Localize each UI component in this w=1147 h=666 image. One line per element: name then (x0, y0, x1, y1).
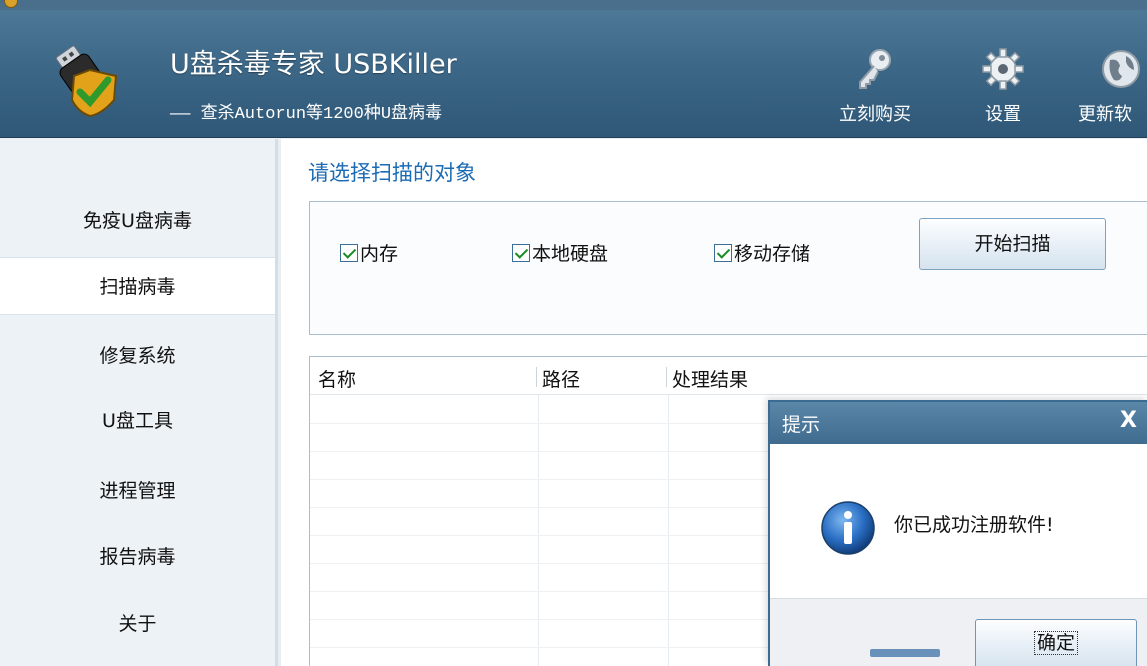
info-icon (821, 501, 875, 555)
dialog-title: 提示 (782, 414, 821, 436)
local-disk-checkbox[interactable]: 本地硬盘 (512, 239, 608, 266)
app-small-icon (4, 0, 18, 8)
gear-icon (982, 48, 1024, 90)
sidebar-item-label: 关于 (118, 613, 157, 635)
decorative-bar (870, 649, 940, 657)
checkbox-checked-icon (512, 243, 530, 262)
checkbox-label: 移动存储 (734, 243, 811, 265)
ok-button[interactable]: 确定 (975, 619, 1137, 666)
sidebar-item-repair[interactable]: 修复系统 (0, 327, 275, 385)
sidebar-item-about[interactable]: 关于 (0, 595, 275, 653)
sidebar-item-label: 进程管理 (99, 480, 176, 502)
settings-button[interactable]: 设置 (958, 38, 1048, 133)
grid-line (538, 395, 539, 666)
section-title: 请选择扫描的对象 (308, 161, 476, 185)
column-divider[interactable] (666, 367, 667, 387)
scan-target-box: 内存 本地硬盘 移动存储 开始扫描 (309, 201, 1147, 335)
column-header-name[interactable]: 名称 (318, 365, 356, 392)
sidebar-item-usb-tools[interactable]: U盘工具 (0, 392, 275, 450)
checkbox-label: 本地硬盘 (532, 243, 609, 265)
memory-checkbox[interactable]: 内存 (340, 239, 398, 266)
sidebar-item-label: 扫描病毒 (99, 276, 176, 298)
dialog-footer: 确定 (770, 598, 1147, 666)
table-header: 名称 路径 处理结果 (310, 357, 1147, 395)
grid-line (668, 395, 669, 666)
column-header-result[interactable]: 处理结果 (672, 365, 748, 392)
window-titlebar (0, 0, 1147, 10)
sidebar: 免疫U盘病毒 扫描病毒 修复系统 U盘工具 进程管理 报告病毒 关于 (0, 139, 278, 666)
dialog-body: 你已成功注册软件! (770, 444, 1147, 598)
sidebar-item-label: 修复系统 (99, 345, 176, 367)
removable-storage-checkbox[interactable]: 移动存储 (714, 239, 810, 266)
sidebar-item-label: U盘工具 (102, 410, 173, 432)
buy-now-label: 立刻购买 (839, 104, 911, 125)
column-header-path[interactable]: 路径 (542, 365, 580, 392)
settings-label: 设置 (985, 104, 1021, 125)
app-title: U盘杀毒专家 USBKiller (170, 49, 457, 80)
key-icon (859, 49, 891, 89)
sidebar-item-label: 报告病毒 (99, 546, 176, 568)
start-scan-button[interactable]: 开始扫描 (919, 218, 1106, 270)
app-header: U盘杀毒专家 USBKiller —— 查杀Autorun等1200种U盘病毒 … (0, 10, 1147, 138)
close-icon[interactable]: X (1120, 408, 1137, 433)
sidebar-item-immunize[interactable]: 免疫U盘病毒 (0, 192, 275, 250)
column-divider[interactable] (536, 367, 537, 387)
checkbox-label: 内存 (360, 243, 399, 265)
ok-button-label: 确定 (1033, 631, 1078, 655)
globe-icon (1102, 50, 1140, 88)
app-subtitle: —— 查杀Autorun等1200种U盘病毒 (170, 105, 443, 124)
sidebar-item-process[interactable]: 进程管理 (0, 462, 275, 520)
checkbox-checked-icon (340, 243, 358, 262)
registration-dialog: 提示 X 你已成功注册软件! 确定 (768, 400, 1147, 666)
dialog-message: 你已成功注册软件! (894, 514, 1054, 536)
buy-now-button[interactable]: 立刻购买 (830, 38, 920, 133)
update-software-button[interactable]: 更新软 (1070, 38, 1147, 133)
sidebar-item-report[interactable]: 报告病毒 (0, 528, 275, 586)
dialog-titlebar[interactable]: 提示 X (770, 402, 1147, 444)
update-label: 更新软 (1078, 104, 1132, 125)
sidebar-item-scan[interactable]: 扫描病毒 (0, 257, 275, 315)
sidebar-item-label: 免疫U盘病毒 (83, 210, 192, 232)
checkbox-checked-icon (714, 243, 732, 262)
usb-shield-logo-icon (55, 45, 118, 118)
